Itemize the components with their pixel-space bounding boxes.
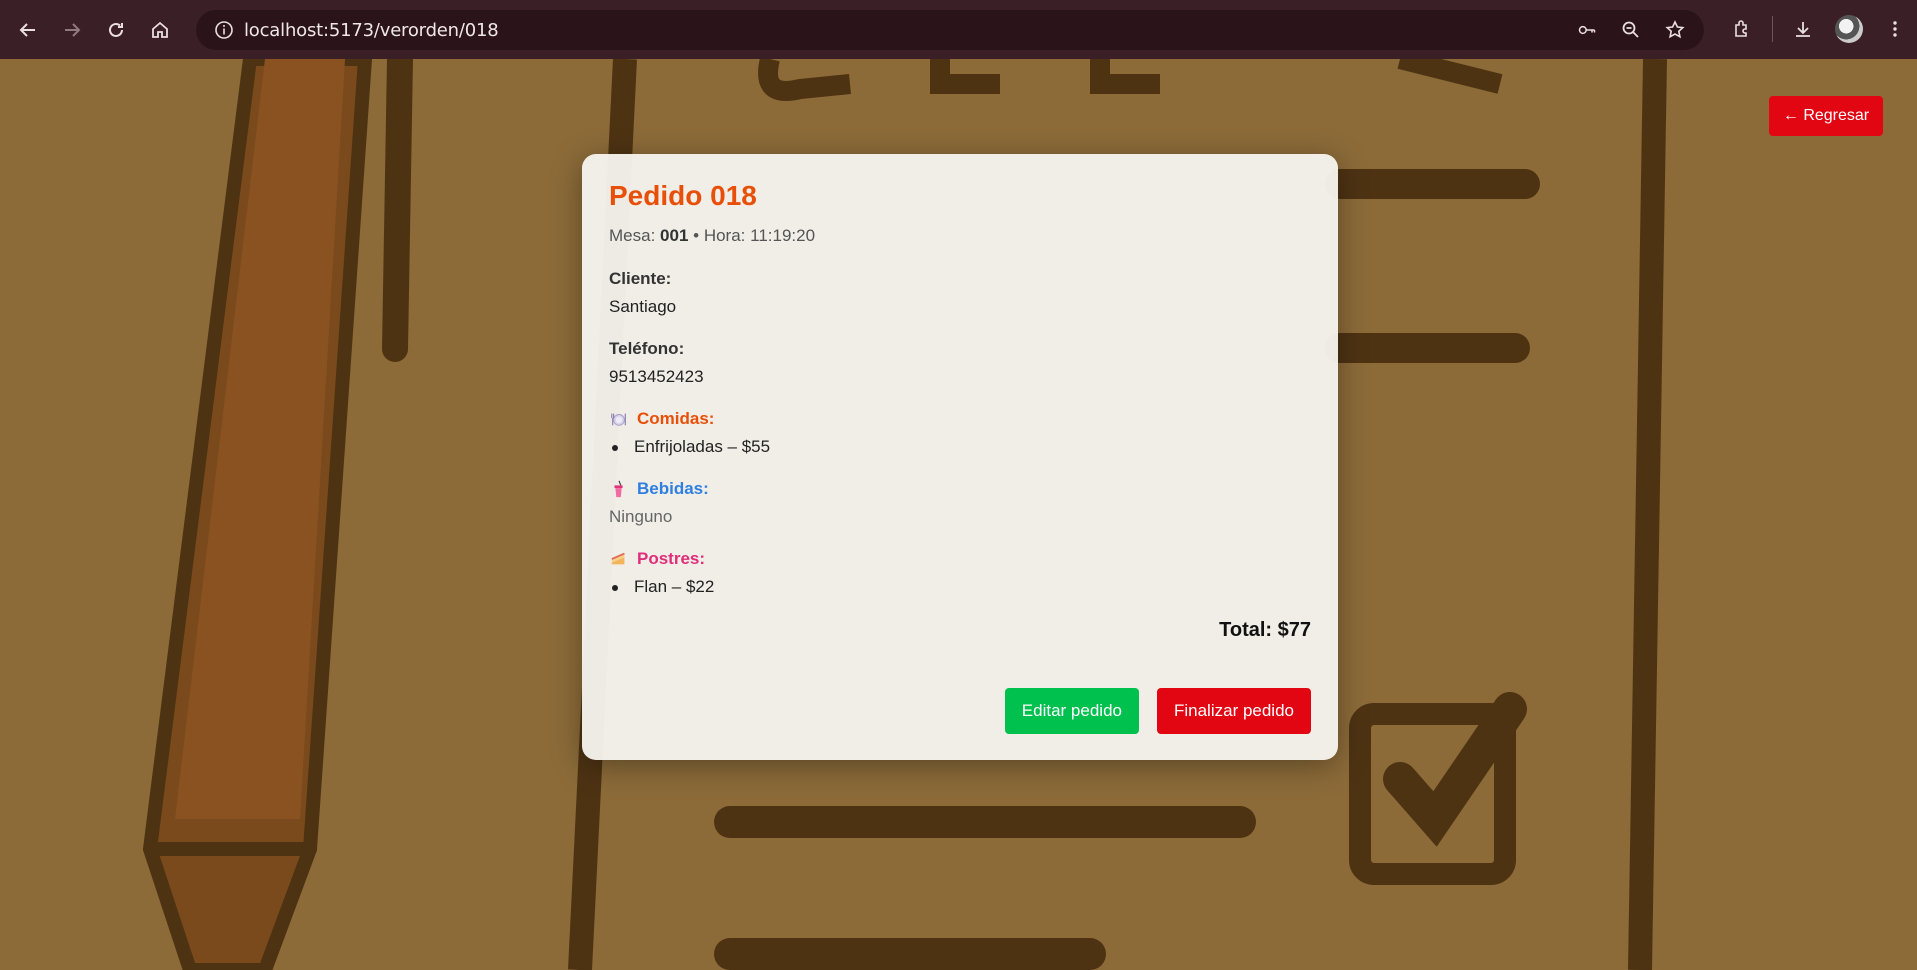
cliente-value: Santiago [609, 297, 677, 316]
home-icon[interactable] [138, 8, 182, 52]
browser-toolbar: localhost:5173/verorden/018 [0, 0, 1917, 59]
bebidas-header: Bebidas: [609, 479, 1311, 499]
back-button[interactable]: ← Regresar [1769, 96, 1883, 136]
postres-list: Flan – $22 [609, 577, 1311, 597]
postres-label: Postres: [637, 549, 706, 568]
cliente-label: Cliente: [609, 269, 672, 288]
menu-dots-icon[interactable] [1873, 7, 1917, 51]
list-item: Enfrijoladas – $55 [609, 437, 1311, 457]
mesa-value: 001 [660, 226, 689, 245]
mesa-label: Mesa: [609, 226, 656, 245]
bebidas-label: Bebidas: [637, 479, 709, 498]
hora-value: 11:19:20 [750, 226, 816, 245]
forward-arrow-icon[interactable] [50, 8, 94, 52]
url-text[interactable]: localhost:5173/verorden/018 [244, 20, 499, 41]
key-icon[interactable] [1568, 11, 1606, 49]
hora-label: Hora: [703, 226, 746, 245]
telefono-value: 9513452423 [609, 367, 704, 386]
cake-icon [609, 549, 629, 569]
plate-icon [609, 409, 629, 429]
comidas-header: Comidas: [609, 409, 1311, 429]
drink-icon [609, 479, 629, 499]
order-total: Total: $77 [1219, 619, 1311, 641]
comidas-list: Enfrijoladas – $55 [609, 437, 1311, 457]
address-bar[interactable]: localhost:5173/verorden/018 [196, 10, 1704, 50]
bookmark-star-icon[interactable] [1656, 11, 1694, 49]
postres-header: Postres: [609, 549, 1311, 569]
telefono-label: Teléfono: [609, 339, 685, 358]
bebidas-empty: Ninguno [609, 507, 673, 526]
site-info-icon[interactable] [204, 10, 244, 50]
edit-order-button[interactable]: Editar pedido [1004, 688, 1139, 734]
meta-separator: • [693, 226, 700, 245]
reload-icon[interactable] [94, 8, 138, 52]
back-arrow-icon[interactable] [6, 8, 50, 52]
profile-avatar[interactable] [1835, 15, 1863, 43]
order-meta: Mesa: 001 • Hora: 11:19:20 [609, 226, 1311, 246]
toolbar-divider [1772, 16, 1773, 42]
zoom-out-icon[interactable] [1612, 11, 1650, 49]
comidas-label: Comidas: [637, 409, 715, 428]
order-actions: Editar pedido Finalizar pedido [1004, 688, 1311, 734]
extensions-icon[interactable] [1720, 7, 1764, 51]
order-card: Pedido 018 Mesa: 001 • Hora: 11:19:20 Cl… [582, 154, 1338, 760]
finish-order-button[interactable]: Finalizar pedido [1156, 688, 1311, 734]
download-icon[interactable] [1781, 7, 1825, 51]
list-item: Flan – $22 [609, 577, 1311, 597]
order-title: Pedido 018 [609, 180, 757, 211]
